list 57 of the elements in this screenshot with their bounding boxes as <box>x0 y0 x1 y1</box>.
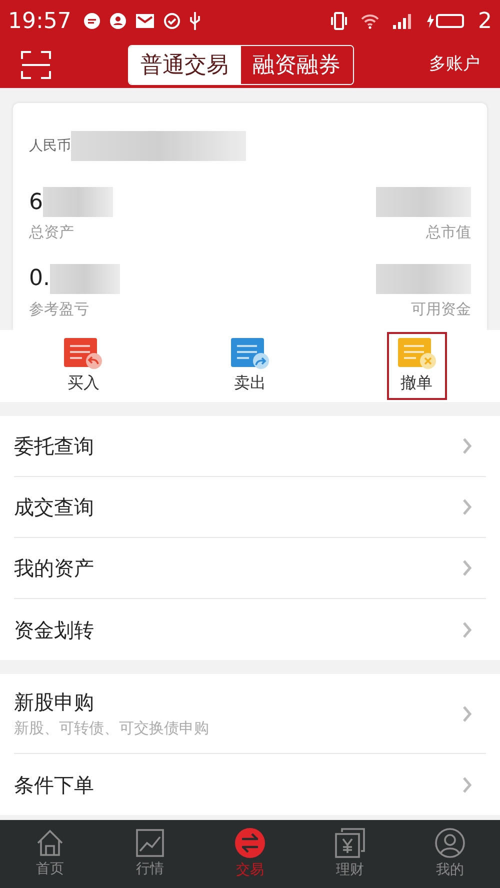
chevron-right-icon <box>462 437 472 455</box>
menu-title: 我的资产 <box>14 555 94 582</box>
action-button[interactable]: 买入 <box>55 334 112 398</box>
menu-title: 条件下单 <box>14 772 94 798</box>
action-button[interactable]: 撤单 <box>388 334 445 398</box>
redacted-blur <box>43 187 113 217</box>
order-icon <box>230 337 270 369</box>
stat-label: 参考盈亏 <box>29 298 89 320</box>
person-icon <box>109 12 128 30</box>
nav-tab[interactable]: 行情 <box>100 820 200 888</box>
redacted-blur <box>50 264 120 294</box>
menu-title: 资金划转 <box>14 616 94 644</box>
nav-tab[interactable]: 理财 <box>300 820 400 888</box>
stat-value: 6 <box>29 188 43 216</box>
message-icon <box>83 12 102 30</box>
mode-tab[interactable]: 普通交易 <box>128 46 240 84</box>
vibrate-icon <box>330 12 348 30</box>
status-time: 19:57 <box>8 8 72 36</box>
chevron-right-icon <box>462 704 472 722</box>
menu-title: 成交查询 <box>14 494 94 521</box>
action-button[interactable]: 卖出 <box>222 334 278 398</box>
wifi-icon <box>360 13 380 29</box>
menu-item[interactable]: 新股申购 新股、可转债、可交换债申购 <box>14 674 486 754</box>
menu-subtitle: 新股、可转债、可交换债申购 <box>14 718 209 740</box>
chevron-right-icon <box>462 498 472 516</box>
signal-icon <box>392 12 414 30</box>
stat-label: 可用资金 <box>411 298 471 320</box>
usb-icon <box>189 11 202 31</box>
menu-title: 新股申购 <box>14 689 95 716</box>
menu-item[interactable]: 成交查询 <box>14 477 486 538</box>
check-icon <box>163 12 182 30</box>
menu-item[interactable]: 资金划转 <box>14 599 486 660</box>
scan-icon[interactable] <box>20 49 52 81</box>
stat-label: 总市值 <box>426 222 471 243</box>
order-icon <box>63 337 104 369</box>
profile-icon <box>435 828 465 858</box>
menu-item[interactable]: 我的资产 <box>14 538 486 599</box>
stat-label: 总资产 <box>29 222 74 243</box>
home-icon <box>36 828 64 856</box>
battery-icon <box>426 12 466 30</box>
chevron-right-icon <box>462 776 472 794</box>
menu-item[interactable]: 委托查询 <box>14 416 486 477</box>
menu-item[interactable]: 条件下单 <box>14 754 486 815</box>
currency-label: 人民币 <box>29 136 71 156</box>
yen-card-icon <box>335 828 365 858</box>
chevron-right-icon <box>462 620 472 638</box>
nav-tab[interactable]: 我的 <box>400 820 500 888</box>
multi-account-link[interactable]: 多账户 <box>429 52 480 78</box>
nav-tab[interactable]: 首页 <box>0 820 100 888</box>
chart-icon <box>136 828 164 856</box>
menu-title: 委托查询 <box>14 433 94 460</box>
mail-icon <box>135 13 156 29</box>
chevron-right-icon <box>462 559 472 577</box>
order-icon <box>396 337 437 369</box>
exchange-icon <box>235 828 265 858</box>
stat-value: 0. <box>29 265 50 293</box>
battery-level: 2 <box>478 8 492 36</box>
